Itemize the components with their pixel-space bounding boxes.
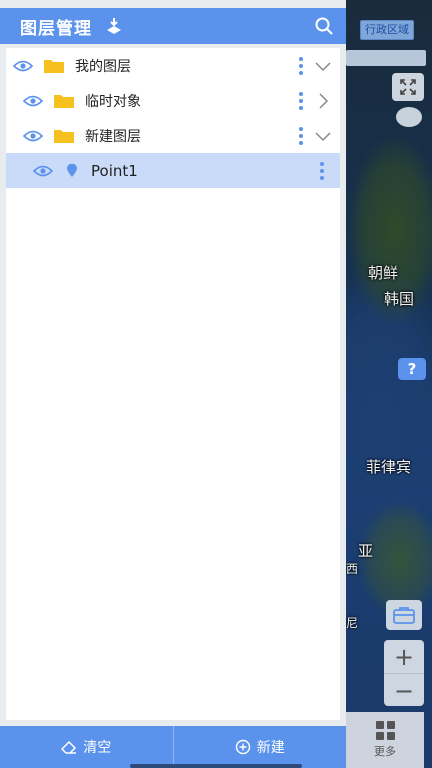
layer-row-my-layers[interactable]: 我的图层 bbox=[6, 48, 340, 83]
more-options-icon[interactable] bbox=[299, 57, 303, 75]
layer-label: Point1 bbox=[91, 161, 138, 180]
folder-icon bbox=[54, 129, 74, 143]
more-label: 更多 bbox=[374, 745, 396, 758]
help-button[interactable]: ? bbox=[398, 358, 426, 380]
eye-icon[interactable] bbox=[23, 94, 43, 108]
layer-tree: 我的图层 临时对象 新建图层 Point1 bbox=[6, 48, 340, 720]
more-options-icon[interactable] bbox=[320, 162, 324, 180]
zoom-in-button[interactable]: + bbox=[384, 640, 424, 673]
chevron-down-icon[interactable] bbox=[314, 57, 332, 75]
layer-row-temp-objects[interactable]: 临时对象 bbox=[6, 83, 340, 118]
layer-panel: 图层管理 我的图层 临时对象 新建图层 Point1 清空 新建 bbox=[0, 0, 346, 768]
zoom-control: + − bbox=[384, 640, 424, 706]
panel-header: 图层管理 bbox=[0, 8, 346, 44]
eye-icon[interactable] bbox=[13, 59, 33, 73]
more-options-icon[interactable] bbox=[299, 92, 303, 110]
compass-dot[interactable] bbox=[396, 107, 422, 127]
more-button[interactable]: 更多 bbox=[346, 712, 424, 768]
panel-footer: 清空 新建 bbox=[0, 726, 346, 768]
layer-label: 新建图层 bbox=[85, 128, 141, 145]
layer-label: 我的图层 bbox=[75, 58, 131, 75]
add-circle-icon bbox=[235, 739, 250, 755]
map-label-philippines: 菲律宾 bbox=[366, 458, 412, 476]
chevron-down-icon[interactable] bbox=[314, 127, 332, 145]
more-options-icon[interactable] bbox=[299, 127, 303, 145]
map-label-west-part: 西 bbox=[346, 562, 359, 576]
briefcase-icon bbox=[393, 607, 415, 624]
fullscreen-button[interactable] bbox=[392, 73, 424, 101]
new-button[interactable]: 新建 bbox=[172, 726, 347, 768]
fullscreen-icon bbox=[400, 79, 416, 95]
map-pin-icon bbox=[67, 164, 77, 177]
home-indicator bbox=[130, 764, 302, 768]
map-label-korea-north: 朝鲜 bbox=[368, 264, 399, 282]
admin-region-chip[interactable]: 行政区域 bbox=[360, 20, 414, 40]
map-label-korea-south: 韩国 bbox=[384, 290, 415, 308]
search-icon[interactable] bbox=[314, 16, 334, 36]
map-label-ni-part: 尼 bbox=[346, 616, 359, 630]
clear-button[interactable]: 清空 bbox=[0, 726, 173, 768]
toolbox-button[interactable] bbox=[386, 600, 422, 630]
folder-icon bbox=[44, 59, 64, 73]
layer-row-new-layer[interactable]: 新建图层 bbox=[6, 118, 340, 153]
map-top-bar bbox=[346, 50, 426, 66]
eye-icon[interactable] bbox=[33, 164, 53, 178]
layer-import-icon[interactable] bbox=[104, 16, 124, 36]
help-icon: ? bbox=[407, 360, 417, 378]
layer-row-point1[interactable]: Point1 bbox=[6, 153, 340, 188]
panel-title: 图层管理 bbox=[20, 18, 92, 39]
eye-icon[interactable] bbox=[23, 129, 43, 143]
grid-icon bbox=[375, 721, 395, 740]
layer-label: 临时对象 bbox=[85, 93, 141, 110]
zoom-out-button[interactable]: − bbox=[384, 673, 424, 707]
new-label: 新建 bbox=[256, 740, 285, 756]
chevron-right-icon[interactable] bbox=[314, 92, 332, 110]
eraser-icon bbox=[61, 740, 77, 754]
folder-icon bbox=[54, 94, 74, 108]
map-label-asia-part: 亚 bbox=[358, 542, 374, 560]
clear-label: 清空 bbox=[83, 740, 112, 756]
